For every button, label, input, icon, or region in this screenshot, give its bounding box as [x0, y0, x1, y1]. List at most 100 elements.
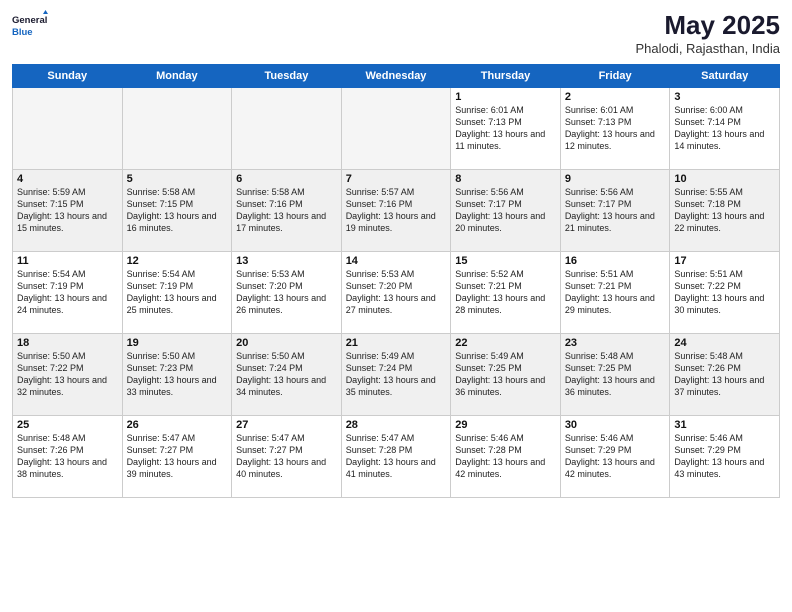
cell-1-4	[341, 88, 451, 170]
day-number: 6	[236, 173, 337, 185]
cell-info: Sunrise: 5:50 AMSunset: 7:23 PMDaylight:…	[127, 350, 228, 399]
cell-info: Sunrise: 5:57 AMSunset: 7:16 PMDaylight:…	[346, 186, 447, 235]
day-number: 7	[346, 173, 447, 185]
cell-info: Sunrise: 6:00 AMSunset: 7:14 PMDaylight:…	[674, 104, 775, 153]
cell-info: Sunrise: 5:47 AMSunset: 7:27 PMDaylight:…	[127, 432, 228, 481]
col-wednesday: Wednesday	[341, 65, 451, 88]
week-row-1: 1 Sunrise: 6:01 AMSunset: 7:13 PMDayligh…	[13, 88, 780, 170]
col-thursday: Thursday	[451, 65, 561, 88]
calendar-table: Sunday Monday Tuesday Wednesday Thursday…	[12, 64, 780, 498]
cell-5-1: 25 Sunrise: 5:48 AMSunset: 7:26 PMDaylig…	[13, 416, 123, 498]
subtitle: Phalodi, Rajasthan, India	[635, 41, 780, 56]
cell-info: Sunrise: 5:46 AMSunset: 7:29 PMDaylight:…	[565, 432, 666, 481]
cell-4-2: 19 Sunrise: 5:50 AMSunset: 7:23 PMDaylig…	[122, 334, 232, 416]
cell-info: Sunrise: 5:46 AMSunset: 7:29 PMDaylight:…	[674, 432, 775, 481]
weekday-header-row: Sunday Monday Tuesday Wednesday Thursday…	[13, 65, 780, 88]
day-number: 5	[127, 173, 228, 185]
cell-info: Sunrise: 5:58 AMSunset: 7:15 PMDaylight:…	[127, 186, 228, 235]
cell-1-5: 1 Sunrise: 6:01 AMSunset: 7:13 PMDayligh…	[451, 88, 561, 170]
cell-1-3	[232, 88, 342, 170]
cell-4-7: 24 Sunrise: 5:48 AMSunset: 7:26 PMDaylig…	[670, 334, 780, 416]
day-number: 3	[674, 91, 775, 103]
day-number: 21	[346, 337, 447, 349]
cell-info: Sunrise: 5:53 AMSunset: 7:20 PMDaylight:…	[236, 268, 337, 317]
cell-4-3: 20 Sunrise: 5:50 AMSunset: 7:24 PMDaylig…	[232, 334, 342, 416]
day-number: 4	[17, 173, 118, 185]
title-block: May 2025 Phalodi, Rajasthan, India	[635, 10, 780, 56]
cell-5-5: 29 Sunrise: 5:46 AMSunset: 7:28 PMDaylig…	[451, 416, 561, 498]
cell-3-3: 13 Sunrise: 5:53 AMSunset: 7:20 PMDaylig…	[232, 252, 342, 334]
cell-5-6: 30 Sunrise: 5:46 AMSunset: 7:29 PMDaylig…	[560, 416, 670, 498]
cell-2-2: 5 Sunrise: 5:58 AMSunset: 7:15 PMDayligh…	[122, 170, 232, 252]
cell-info: Sunrise: 5:50 AMSunset: 7:22 PMDaylight:…	[17, 350, 118, 399]
day-number: 25	[17, 419, 118, 431]
day-number: 16	[565, 255, 666, 267]
cell-info: Sunrise: 5:50 AMSunset: 7:24 PMDaylight:…	[236, 350, 337, 399]
cell-2-3: 6 Sunrise: 5:58 AMSunset: 7:16 PMDayligh…	[232, 170, 342, 252]
cell-5-2: 26 Sunrise: 5:47 AMSunset: 7:27 PMDaylig…	[122, 416, 232, 498]
cell-2-1: 4 Sunrise: 5:59 AMSunset: 7:15 PMDayligh…	[13, 170, 123, 252]
cell-info: Sunrise: 5:56 AMSunset: 7:17 PMDaylight:…	[455, 186, 556, 235]
svg-text:General: General	[12, 15, 47, 26]
cell-info: Sunrise: 5:49 AMSunset: 7:24 PMDaylight:…	[346, 350, 447, 399]
day-number: 9	[565, 173, 666, 185]
page-container: General Blue May 2025 Phalodi, Rajasthan…	[0, 0, 792, 506]
cell-info: Sunrise: 5:52 AMSunset: 7:21 PMDaylight:…	[455, 268, 556, 317]
day-number: 31	[674, 419, 775, 431]
logo-icon: General Blue	[12, 10, 48, 46]
cell-info: Sunrise: 5:59 AMSunset: 7:15 PMDaylight:…	[17, 186, 118, 235]
day-number: 15	[455, 255, 556, 267]
cell-2-5: 8 Sunrise: 5:56 AMSunset: 7:17 PMDayligh…	[451, 170, 561, 252]
cell-info: Sunrise: 5:48 AMSunset: 7:26 PMDaylight:…	[674, 350, 775, 399]
day-number: 26	[127, 419, 228, 431]
main-title: May 2025	[635, 10, 780, 41]
cell-info: Sunrise: 5:58 AMSunset: 7:16 PMDaylight:…	[236, 186, 337, 235]
cell-info: Sunrise: 6:01 AMSunset: 7:13 PMDaylight:…	[565, 104, 666, 153]
day-number: 22	[455, 337, 556, 349]
day-number: 28	[346, 419, 447, 431]
day-number: 10	[674, 173, 775, 185]
day-number: 30	[565, 419, 666, 431]
cell-5-7: 31 Sunrise: 5:46 AMSunset: 7:29 PMDaylig…	[670, 416, 780, 498]
week-row-4: 18 Sunrise: 5:50 AMSunset: 7:22 PMDaylig…	[13, 334, 780, 416]
day-number: 24	[674, 337, 775, 349]
cell-3-5: 15 Sunrise: 5:52 AMSunset: 7:21 PMDaylig…	[451, 252, 561, 334]
day-number: 11	[17, 255, 118, 267]
week-row-5: 25 Sunrise: 5:48 AMSunset: 7:26 PMDaylig…	[13, 416, 780, 498]
cell-1-2	[122, 88, 232, 170]
day-number: 12	[127, 255, 228, 267]
cell-4-5: 22 Sunrise: 5:49 AMSunset: 7:25 PMDaylig…	[451, 334, 561, 416]
cell-2-6: 9 Sunrise: 5:56 AMSunset: 7:17 PMDayligh…	[560, 170, 670, 252]
cell-info: Sunrise: 5:47 AMSunset: 7:28 PMDaylight:…	[346, 432, 447, 481]
day-number: 14	[346, 255, 447, 267]
header: General Blue May 2025 Phalodi, Rajasthan…	[12, 10, 780, 56]
day-number: 18	[17, 337, 118, 349]
col-saturday: Saturday	[670, 65, 780, 88]
day-number: 17	[674, 255, 775, 267]
svg-text:Blue: Blue	[12, 27, 33, 38]
cell-4-6: 23 Sunrise: 5:48 AMSunset: 7:25 PMDaylig…	[560, 334, 670, 416]
cell-info: Sunrise: 5:53 AMSunset: 7:20 PMDaylight:…	[346, 268, 447, 317]
day-number: 8	[455, 173, 556, 185]
cell-5-3: 27 Sunrise: 5:47 AMSunset: 7:27 PMDaylig…	[232, 416, 342, 498]
cell-2-4: 7 Sunrise: 5:57 AMSunset: 7:16 PMDayligh…	[341, 170, 451, 252]
day-number: 23	[565, 337, 666, 349]
cell-info: Sunrise: 5:54 AMSunset: 7:19 PMDaylight:…	[17, 268, 118, 317]
cell-info: Sunrise: 5:54 AMSunset: 7:19 PMDaylight:…	[127, 268, 228, 317]
cell-info: Sunrise: 5:49 AMSunset: 7:25 PMDaylight:…	[455, 350, 556, 399]
day-number: 27	[236, 419, 337, 431]
cell-4-1: 18 Sunrise: 5:50 AMSunset: 7:22 PMDaylig…	[13, 334, 123, 416]
col-tuesday: Tuesday	[232, 65, 342, 88]
cell-3-2: 12 Sunrise: 5:54 AMSunset: 7:19 PMDaylig…	[122, 252, 232, 334]
cell-4-4: 21 Sunrise: 5:49 AMSunset: 7:24 PMDaylig…	[341, 334, 451, 416]
cell-info: Sunrise: 5:48 AMSunset: 7:26 PMDaylight:…	[17, 432, 118, 481]
cell-info: Sunrise: 5:51 AMSunset: 7:21 PMDaylight:…	[565, 268, 666, 317]
day-number: 20	[236, 337, 337, 349]
col-friday: Friday	[560, 65, 670, 88]
col-sunday: Sunday	[13, 65, 123, 88]
day-number: 2	[565, 91, 666, 103]
week-row-3: 11 Sunrise: 5:54 AMSunset: 7:19 PMDaylig…	[13, 252, 780, 334]
cell-3-1: 11 Sunrise: 5:54 AMSunset: 7:19 PMDaylig…	[13, 252, 123, 334]
cell-2-7: 10 Sunrise: 5:55 AMSunset: 7:18 PMDaylig…	[670, 170, 780, 252]
logo: General Blue	[12, 10, 48, 46]
